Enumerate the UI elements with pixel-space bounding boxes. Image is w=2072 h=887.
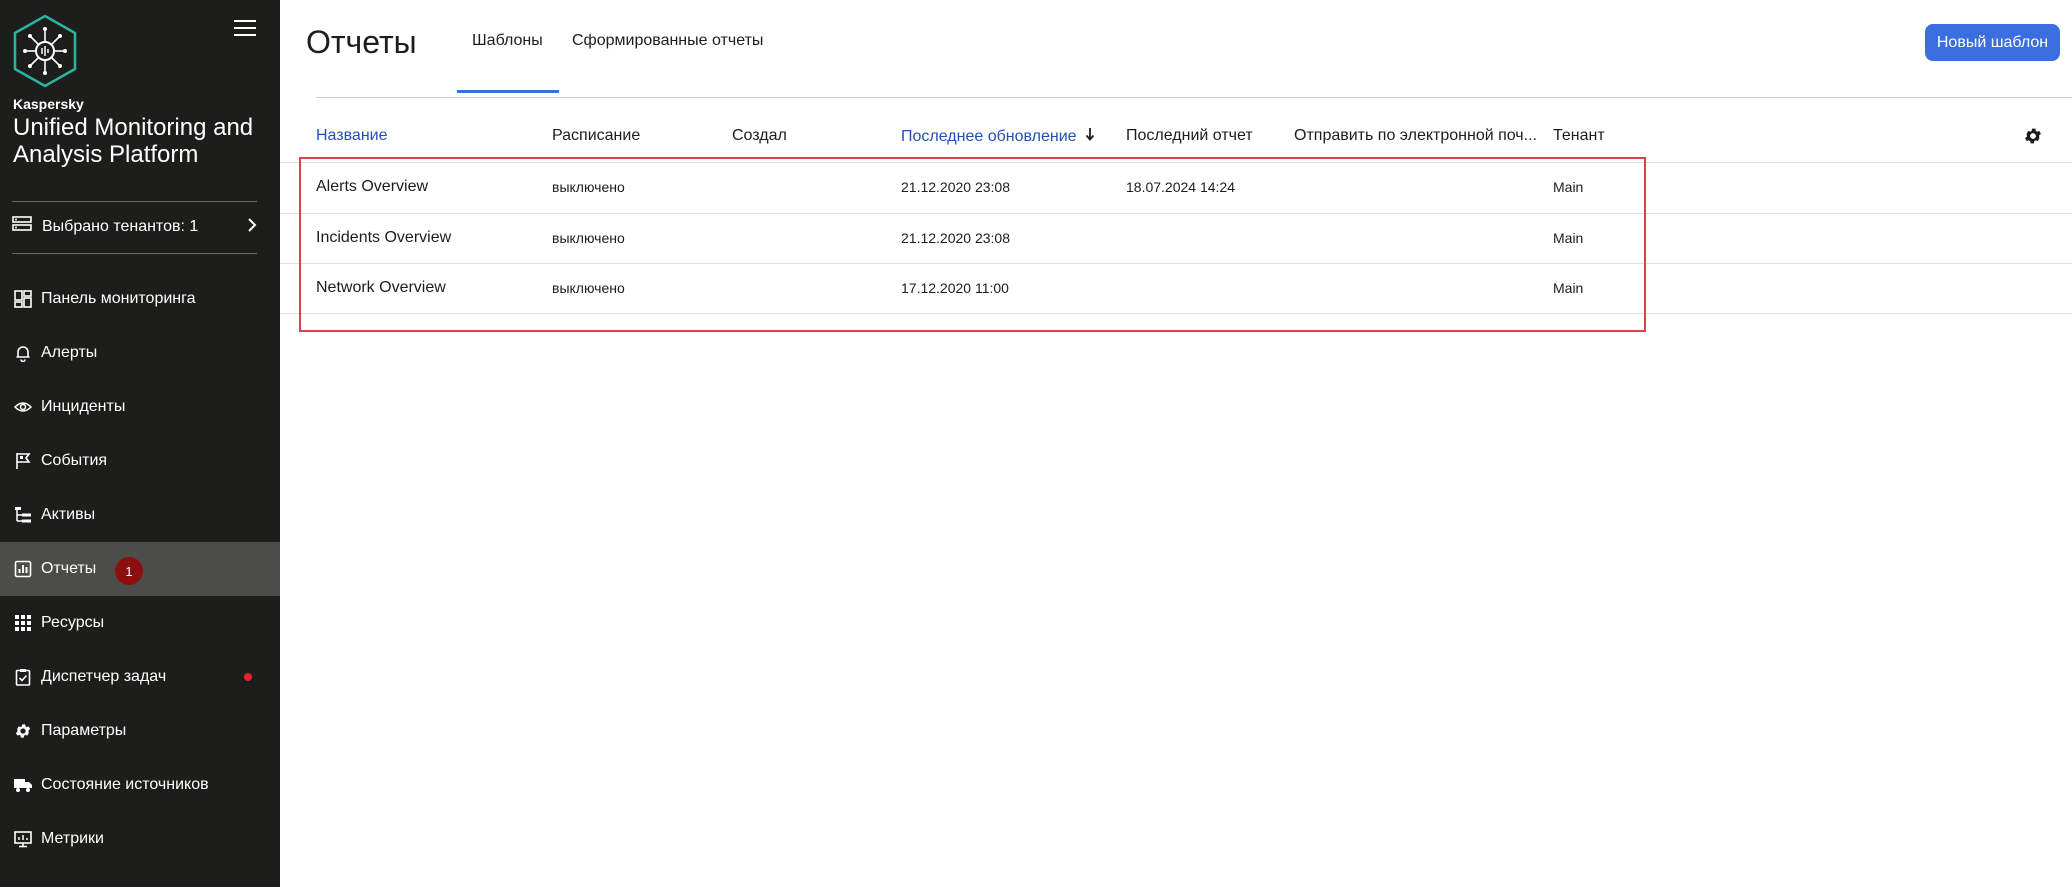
- sidebar-item-label: Алерты: [41, 344, 98, 361]
- table-settings-gear-icon[interactable]: [2023, 126, 2043, 146]
- tenant-selector-label: Выбрано тенантов: 1: [42, 218, 199, 235]
- tenant-icon: [12, 215, 32, 239]
- asset-tree-icon: [13, 505, 33, 525]
- monitor-icon: [13, 829, 33, 849]
- column-header-schedule[interactable]: Расписание: [552, 127, 640, 145]
- active-tab-indicator: [457, 90, 559, 93]
- sidebar-item-alerts[interactable]: Алерты: [0, 326, 280, 380]
- sidebar-item-resources[interactable]: Ресурсы: [0, 596, 280, 650]
- column-header-last-report[interactable]: Последний отчет: [1126, 127, 1253, 145]
- clipboard-icon: [13, 667, 33, 687]
- sidebar-item-label: Состояние источников: [41, 776, 209, 793]
- sidebar-item-dashboard[interactable]: Панель мониторинга: [0, 272, 280, 326]
- truck-icon: [13, 775, 33, 795]
- sidebar-item-label: Отчеты: [41, 560, 97, 577]
- sidebar-item-label: Активы: [41, 506, 96, 523]
- bell-icon: [13, 343, 33, 363]
- grid-icon: [13, 613, 33, 633]
- column-header-tenant[interactable]: Тенант: [1553, 127, 1605, 145]
- status-dot: [244, 673, 252, 681]
- menu-toggle-icon[interactable]: [234, 20, 256, 40]
- sidebar: Kaspersky Unified Monitoring and Analysi…: [0, 0, 280, 887]
- header-divider: [316, 97, 2072, 98]
- tenant-selector[interactable]: Выбрано тенантов: 1: [12, 212, 257, 242]
- column-header-last-update[interactable]: Последнее обновление: [901, 127, 1095, 146]
- sort-arrow-down-icon: [1085, 127, 1095, 146]
- column-header-email[interactable]: Отправить по электронной поч...: [1294, 127, 1537, 145]
- page-title: Отчеты: [306, 24, 417, 60]
- sidebar-item-events[interactable]: События: [0, 434, 280, 488]
- sidebar-item-label: События: [41, 452, 108, 469]
- column-header-name[interactable]: Название: [316, 127, 388, 145]
- gear-icon: [13, 721, 33, 741]
- tab-templates[interactable]: Шаблоны: [472, 32, 543, 50]
- chevron-right-icon: [247, 217, 257, 237]
- new-template-button[interactable]: Новый шаблон: [1925, 24, 2060, 61]
- column-header-label: Последнее обновление: [901, 127, 1077, 145]
- sidebar-nav: Панель мониторинга Алерты Инциденты Собы…: [0, 272, 280, 866]
- sidebar-item-label: Ресурсы: [41, 614, 105, 631]
- sidebar-item-source-status[interactable]: Состояние источников: [0, 758, 280, 812]
- report-icon: [13, 559, 33, 579]
- dashboard-icon: [13, 289, 33, 309]
- column-header-created-by[interactable]: Создал: [732, 127, 787, 145]
- sidebar-item-metrics[interactable]: Метрики: [0, 812, 280, 866]
- reports-badge: 1: [115, 557, 143, 585]
- sidebar-divider: [12, 253, 257, 254]
- sidebar-item-label: Метрики: [41, 830, 104, 847]
- sidebar-divider: [12, 201, 257, 202]
- brand-vendor: Kaspersky: [13, 96, 84, 112]
- annotation-highlight-frame: [299, 157, 1646, 332]
- kuma-logo-icon[interactable]: [12, 14, 78, 88]
- sidebar-item-settings[interactable]: Параметры: [0, 704, 280, 758]
- tab-generated-reports[interactable]: Сформированные отчеты: [572, 32, 763, 50]
- sidebar-item-reports[interactable]: Отчеты 1: [0, 542, 280, 596]
- sidebar-item-label: Инциденты: [41, 398, 126, 415]
- sidebar-item-incidents[interactable]: Инциденты: [0, 380, 280, 434]
- eye-icon: [13, 397, 33, 417]
- sidebar-item-assets[interactable]: Активы: [0, 488, 280, 542]
- product-title: Unified Monitoring and Analysis Platform: [13, 114, 254, 168]
- sidebar-item-label: Параметры: [41, 722, 127, 739]
- sidebar-item-label: Панель мониторинга: [41, 290, 196, 307]
- sidebar-item-label: Диспетчер задач: [41, 668, 167, 685]
- flag-icon: [13, 451, 33, 471]
- sidebar-item-task-manager[interactable]: Диспетчер задач: [0, 650, 280, 704]
